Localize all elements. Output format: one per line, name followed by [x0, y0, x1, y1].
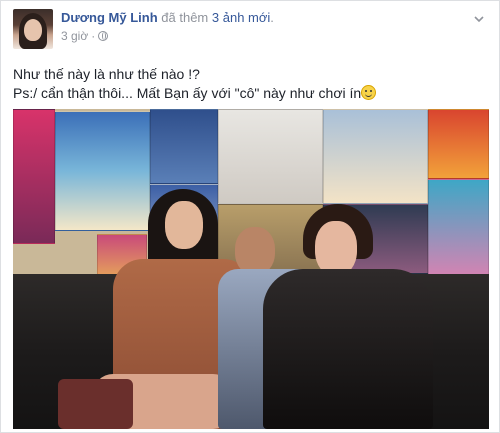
- author-avatar[interactable]: [13, 9, 53, 49]
- post-timestamp-link[interactable]: 3 giờ: [61, 28, 88, 44]
- post-title-line: Dương Mỹ Linh đã thêm 3 ảnh mới.: [61, 9, 274, 27]
- separator-dot: ·: [91, 29, 96, 43]
- post-card: Dương Mỹ Linh đã thêm 3 ảnh mới. 3 giờ ·…: [0, 0, 500, 433]
- poster: [150, 109, 218, 184]
- person-left-face: [165, 201, 203, 249]
- smiley-icon: [361, 85, 377, 100]
- post-text-line-2: Ps:/ cẩn thận thôi... Mất Bạn ấy với "cô…: [13, 84, 489, 103]
- post-photo[interactable]: [13, 109, 489, 429]
- poster: [55, 111, 150, 231]
- post-meta: Dương Mỹ Linh đã thêm 3 ảnh mới. 3 giờ ·: [61, 9, 274, 44]
- action-suffix: .: [270, 10, 274, 25]
- poster: [13, 109, 55, 244]
- post-action-text: đã thêm: [161, 10, 212, 25]
- person-middle-face: [235, 227, 275, 275]
- chevron-down-icon[interactable]: [473, 13, 485, 25]
- handbag: [58, 379, 133, 429]
- person-right-body: [263, 269, 433, 429]
- globe-icon[interactable]: [98, 31, 109, 41]
- post-text-line-2-content: Ps:/ cẩn thận thôi... Mất Bạn ấy với "cô…: [13, 85, 362, 101]
- poster: [428, 109, 489, 179]
- post-subline: 3 giờ ·: [61, 28, 274, 44]
- post-header: Dương Mỹ Linh đã thêm 3 ảnh mới. 3 giờ ·: [13, 9, 274, 53]
- poster: [428, 179, 489, 289]
- person-right-face: [315, 221, 357, 276]
- post-text: Như thế này là như thế nào !? Ps:/ cẩn t…: [13, 65, 489, 103]
- post-text-line-1: Như thế này là như thế nào !?: [13, 66, 200, 82]
- new-photos-link[interactable]: 3 ảnh mới: [212, 10, 270, 25]
- action-prefix: đã thêm: [161, 10, 209, 25]
- author-name-link[interactable]: Dương Mỹ Linh: [61, 10, 158, 25]
- poster: [323, 109, 428, 204]
- poster: [218, 109, 323, 204]
